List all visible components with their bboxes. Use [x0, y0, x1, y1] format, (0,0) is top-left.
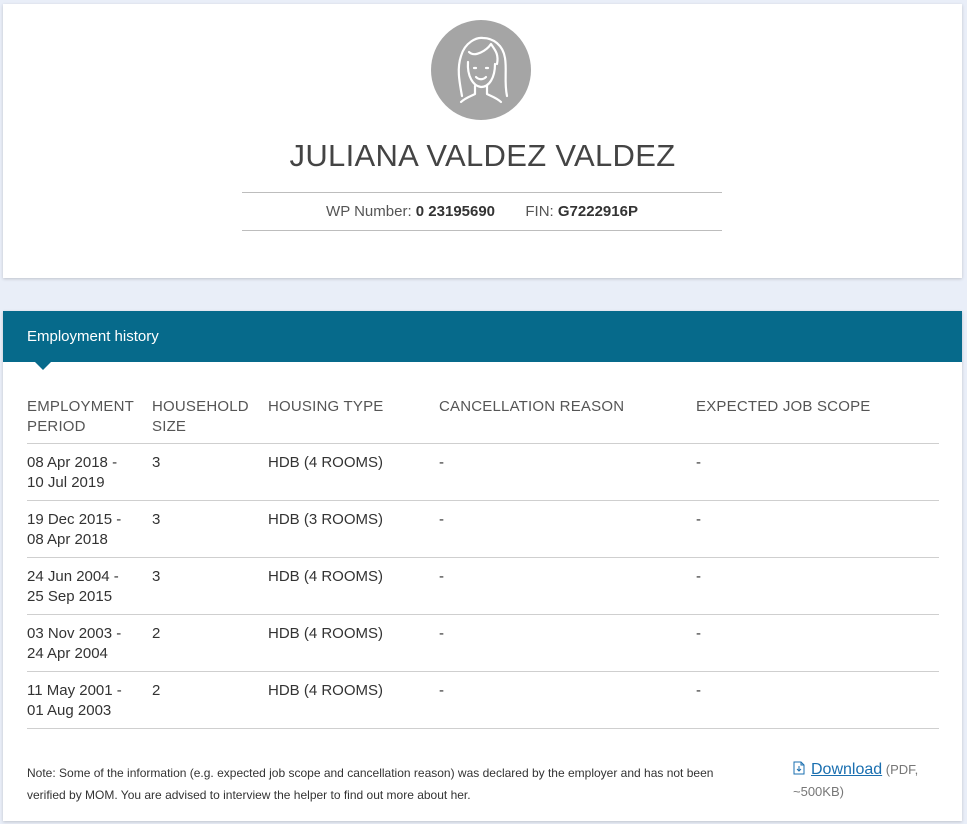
household-size: 2 — [152, 682, 161, 699]
table-row: 11 May 2001 - 01 Aug 2003 2 HDB (4 ROOMS… — [27, 672, 939, 729]
table-row: 19 Dec 2015 - 08 Apr 2018 3 HDB (3 ROOMS… — [27, 501, 939, 558]
employment-period: 03 Nov 2003 - 24 Apr 2004 — [27, 624, 147, 664]
section-header: Employment history — [3, 311, 962, 362]
profile-card: JULIANA VALDEZ VALDEZ WP Number: 0 23195… — [3, 4, 962, 278]
expected-job-scope: - — [696, 454, 701, 471]
housing-type: HDB (4 ROOMS) — [268, 625, 384, 642]
employment-history-card: Employment history EMPLOYMENT PERIOD HOU… — [3, 311, 962, 821]
expected-job-scope: - — [696, 568, 701, 585]
cancellation-reason: - — [439, 568, 444, 585]
column-header-period: EMPLOYMENT PERIOD — [27, 397, 147, 437]
period-end: 10 Jul 2019 — [27, 474, 105, 491]
household-size: 3 — [152, 454, 161, 471]
period-start: 11 May 2001 - — [27, 682, 122, 699]
employment-period: 24 Jun 2004 - 25 Sep 2015 — [27, 567, 147, 607]
column-header-text: SIZE — [152, 418, 187, 435]
household-size: 3 — [152, 568, 161, 585]
period-end: 01 Aug 2003 — [27, 702, 112, 719]
period-start: 08 Apr 2018 - — [27, 454, 118, 471]
disclaimer-note: Note: Some of the information (e.g. expe… — [27, 762, 747, 806]
employment-period: 11 May 2001 - 01 Aug 2003 — [27, 681, 147, 721]
wp-number-label: WP Number: — [326, 203, 412, 220]
column-header-text: HOUSEHOLD — [152, 398, 249, 415]
column-header-text: PERIOD — [27, 418, 86, 435]
cancellation-reason: - — [439, 454, 444, 471]
period-start: 03 Nov 2003 - — [27, 625, 122, 642]
column-header-text: EMPLOYMENT — [27, 398, 135, 415]
column-header-housing-type: HOUSING TYPE — [268, 398, 384, 415]
housing-type: HDB (4 ROOMS) — [268, 568, 384, 585]
period-start: 19 Dec 2015 - — [27, 511, 122, 528]
download-link[interactable]: Download — [811, 761, 882, 778]
section-title: Employment history — [27, 328, 159, 345]
period-end: 25 Sep 2015 — [27, 588, 113, 605]
table-row: 08 Apr 2018 - 10 Jul 2019 3 HDB (4 ROOMS… — [27, 444, 939, 501]
period-end: 24 Apr 2004 — [27, 645, 108, 662]
note-line: verified by MOM. You are advised to inte… — [27, 788, 471, 802]
column-header-cancellation-reason: CANCELLATION REASON — [439, 398, 625, 415]
download-file-size: ~500KB) — [793, 784, 844, 799]
housing-type: HDB (4 ROOMS) — [268, 454, 384, 471]
cancellation-reason: - — [439, 682, 444, 699]
expected-job-scope: - — [696, 511, 701, 528]
download-block: Download (PDF, ~500KB) — [793, 759, 953, 803]
female-avatar-icon — [431, 20, 531, 120]
column-header-job-scope: EXPECTED JOB SCOPE — [696, 398, 871, 415]
fin-label: FIN: — [525, 203, 554, 220]
fin-value: G7222916P — [557, 203, 638, 220]
housing-type: HDB (3 ROOMS) — [268, 511, 384, 528]
file-download-icon[interactable] — [793, 760, 805, 775]
period-end: 08 Apr 2018 — [27, 531, 108, 548]
id-info-bar: WP Number: 0 23195690 FIN: G7222916P — [242, 192, 722, 231]
table-row: 24 Jun 2004 - 25 Sep 2015 3 HDB (4 ROOMS… — [27, 558, 939, 615]
period-start: 24 Jun 2004 - — [27, 568, 119, 585]
expected-job-scope: - — [696, 625, 701, 642]
table-row: 03 Nov 2003 - 24 Apr 2004 2 HDB (4 ROOMS… — [27, 615, 939, 672]
table-header-row: EMPLOYMENT PERIOD HOUSEHOLD SIZE HOUSING… — [27, 397, 939, 444]
employment-period: 19 Dec 2015 - 08 Apr 2018 — [27, 510, 147, 550]
wp-number-value: 0 23195690 — [415, 203, 496, 220]
housing-type: HDB (4 ROOMS) — [268, 682, 384, 699]
column-header-household-size: HOUSEHOLD SIZE — [152, 397, 262, 437]
expected-job-scope: - — [696, 682, 701, 699]
employment-table: EMPLOYMENT PERIOD HOUSEHOLD SIZE HOUSING… — [27, 397, 939, 729]
helper-name: JULIANA VALDEZ VALDEZ — [289, 138, 676, 173]
employment-period: 08 Apr 2018 - 10 Jul 2019 — [27, 453, 147, 493]
header-pointer — [35, 362, 51, 370]
note-line: Note: Some of the information (e.g. expe… — [27, 766, 714, 780]
cancellation-reason: - — [439, 511, 444, 528]
cancellation-reason: - — [439, 625, 444, 642]
download-file-meta: (PDF, — [882, 762, 919, 777]
household-size: 3 — [152, 511, 161, 528]
household-size: 2 — [152, 625, 161, 642]
